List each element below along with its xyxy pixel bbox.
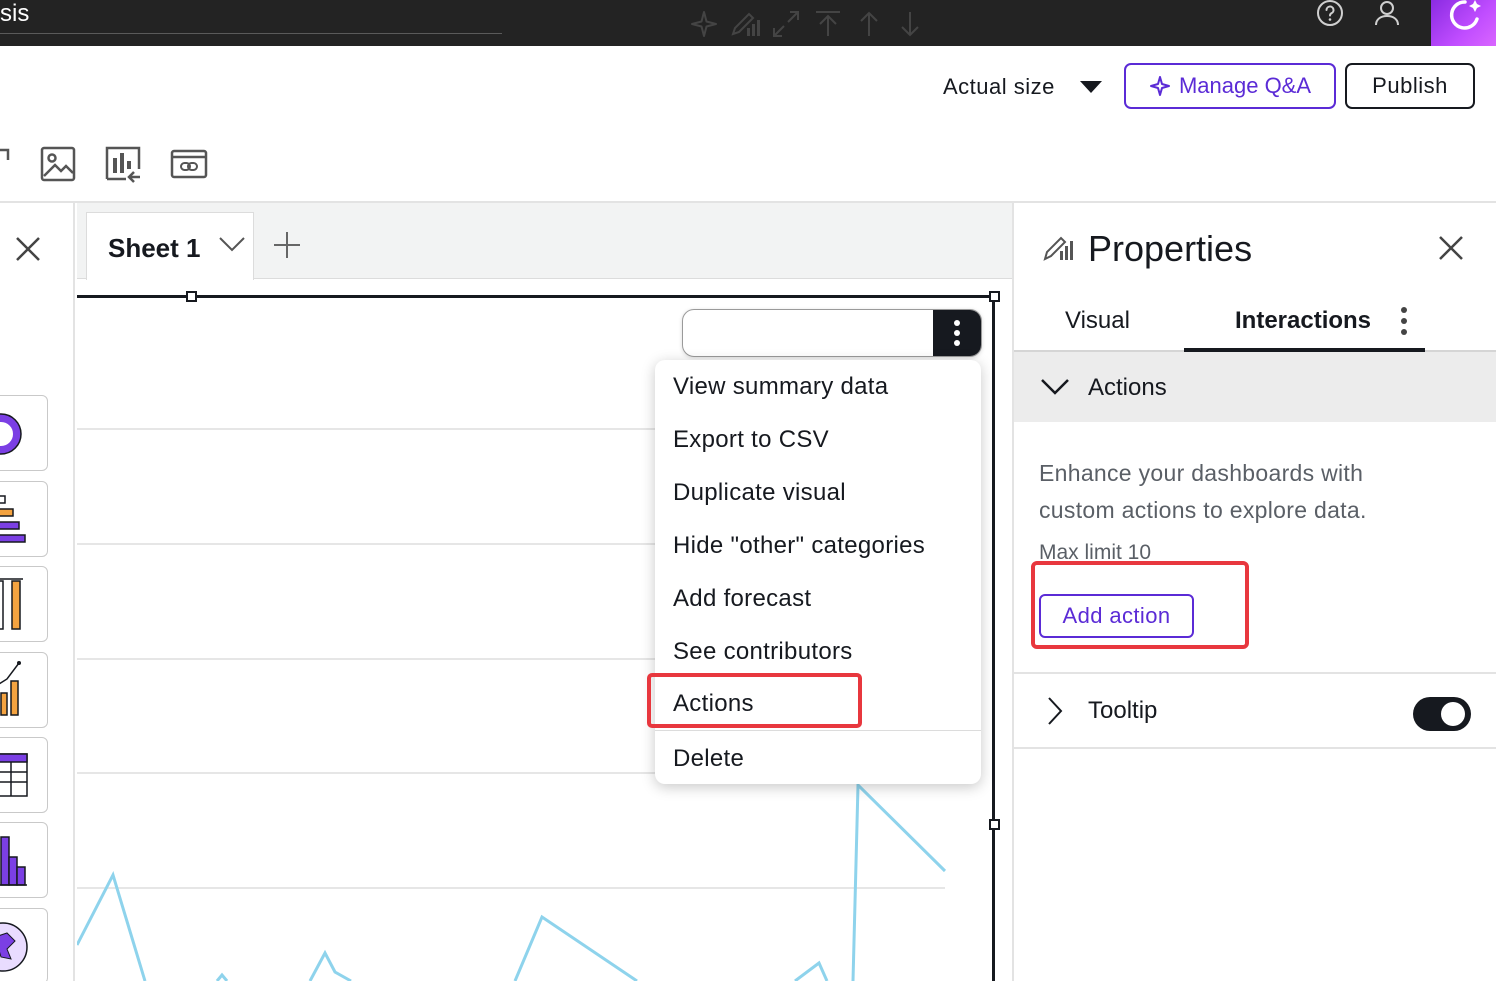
menu-item-delete[interactable]: Delete <box>673 745 744 773</box>
chevron-right-icon[interactable] <box>1045 696 1065 726</box>
help-circle-icon[interactable] <box>1316 0 1344 28</box>
title-underline <box>0 33 502 34</box>
amazon-q-icon <box>1449 0 1481 30</box>
tooltip-section-label[interactable]: Tooltip <box>1088 697 1157 725</box>
caret-down-icon[interactable] <box>1080 81 1102 93</box>
resize-handle[interactable] <box>989 819 1000 830</box>
donut-chart-tile[interactable] <box>0 395 48 471</box>
properties-title: Properties <box>1088 228 1253 269</box>
toggle-knob <box>1441 702 1465 726</box>
manage-qa-button[interactable]: Manage Q&A <box>1124 63 1336 109</box>
resize-handle[interactable] <box>186 291 197 302</box>
menu-item-view-summary-data[interactable]: View summary data <box>673 373 888 401</box>
horizontal-bar-tile[interactable] <box>0 481 48 557</box>
sparkle-icon <box>1149 76 1170 96</box>
histogram-tile[interactable] <box>0 822 48 898</box>
embed-icon[interactable] <box>170 145 208 183</box>
vertical-bar-icon <box>0 578 23 630</box>
section-divider <box>1014 672 1496 674</box>
amazon-q-button[interactable] <box>1431 0 1496 46</box>
globe-icon <box>0 922 28 972</box>
close-icon[interactable] <box>14 235 42 263</box>
menu-item-add-forecast[interactable]: Add forecast <box>673 585 811 613</box>
sparkle-icon[interactable] <box>688 8 720 40</box>
menu-item-export-csv[interactable]: Export to CSV <box>673 426 829 454</box>
actions-section-label[interactable]: Actions <box>1088 374 1167 402</box>
section-divider <box>1014 747 1496 749</box>
tab-interactions[interactable]: Interactions <box>1235 307 1371 335</box>
vertical-bar-tile[interactable] <box>0 566 48 642</box>
chevron-down-icon[interactable] <box>218 234 246 254</box>
highlight-box <box>1031 561 1249 649</box>
resize-handle[interactable] <box>989 291 1000 302</box>
highlight-box <box>647 673 862 728</box>
more-vertical-icon <box>954 320 960 346</box>
combo-chart-icon <box>0 661 21 716</box>
publish-button[interactable]: Publish <box>1345 63 1475 109</box>
actions-description: Enhance your dashboards with <box>1039 460 1364 486</box>
image-icon[interactable] <box>39 145 77 183</box>
chevron-down-icon[interactable] <box>1040 374 1070 398</box>
more-vertical-icon[interactable] <box>1396 305 1412 337</box>
menu-item-see-contributors[interactable]: See contributors <box>673 638 853 666</box>
table-tile[interactable] <box>0 737 48 813</box>
actions-section-header[interactable] <box>1014 352 1496 422</box>
expand-icon[interactable] <box>770 8 802 40</box>
close-icon[interactable] <box>1438 235 1464 261</box>
menu-item-hide-other-categories[interactable]: Hide "other" categories <box>673 532 925 560</box>
combo-chart-tile[interactable] <box>0 652 48 728</box>
table-icon <box>0 753 28 797</box>
tab-visual[interactable]: Visual <box>1065 307 1130 335</box>
partial-toolbar-icon[interactable] <box>0 148 10 160</box>
move-up-icon[interactable] <box>853 8 885 40</box>
plus-icon[interactable] <box>272 230 302 260</box>
visual-border <box>992 297 995 981</box>
histogram-icon <box>0 836 27 886</box>
manage-qa-label: Manage Q&A <box>1178 73 1312 98</box>
actions-description: custom actions to explore data. <box>1039 497 1367 523</box>
menu-divider <box>655 730 981 731</box>
panel-divider <box>1012 203 1014 981</box>
donut-chart-icon <box>0 413 22 455</box>
bring-to-front-icon[interactable] <box>812 8 844 40</box>
line-chart-series[interactable] <box>77 770 992 981</box>
user-icon[interactable] <box>1374 0 1400 28</box>
menu-item-duplicate-visual[interactable]: Duplicate visual <box>673 479 846 507</box>
more-options-button[interactable] <box>933 310 981 356</box>
move-down-icon[interactable] <box>894 8 926 40</box>
view-size-label[interactable]: Actual size <box>943 74 1055 100</box>
insert-visual-icon[interactable] <box>104 145 142 183</box>
analysis-title: sis <box>0 0 30 27</box>
sheet-tab-label[interactable]: Sheet 1 <box>108 233 201 264</box>
format-visual-icon[interactable] <box>729 8 761 40</box>
format-visual-icon <box>1043 236 1073 261</box>
visual-border <box>77 295 995 298</box>
map-tile[interactable] <box>0 908 48 981</box>
horizontal-bar-icon <box>0 495 26 543</box>
